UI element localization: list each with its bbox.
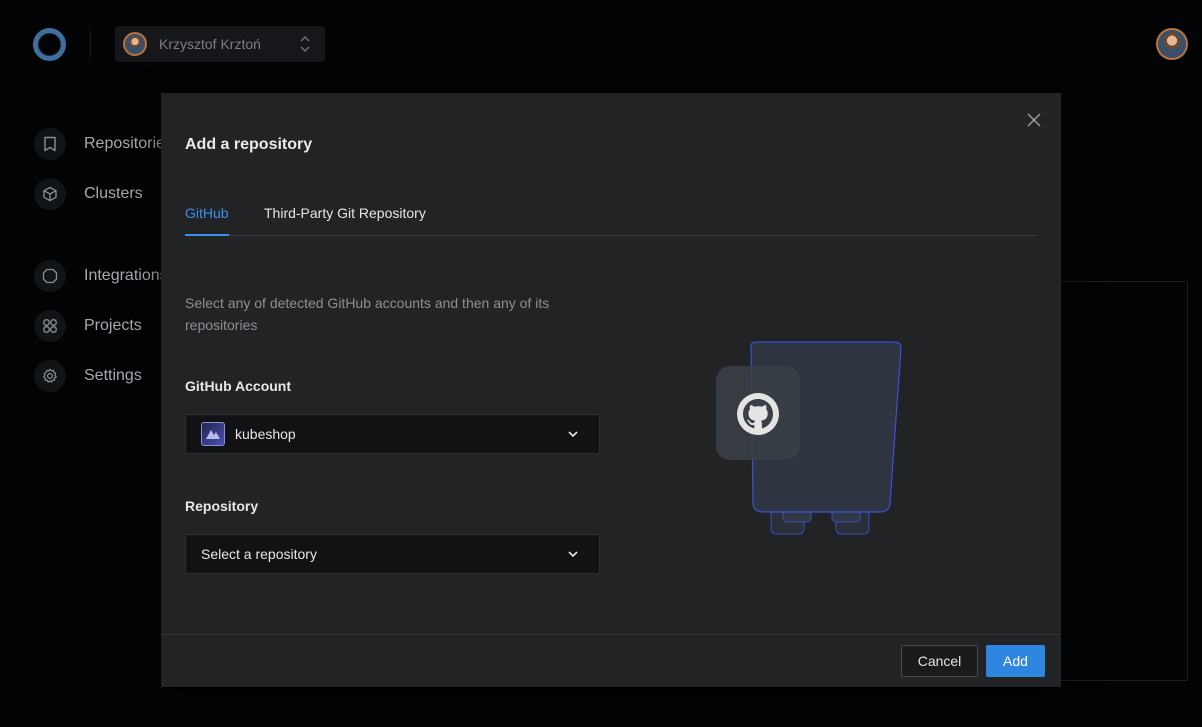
app-logo[interactable] — [33, 28, 66, 61]
sidebar-item-repositories[interactable]: Repositories — [34, 128, 173, 160]
user-avatar — [123, 32, 147, 56]
sidebar-item-label: Integrations — [84, 267, 168, 284]
close-icon[interactable] — [1025, 111, 1043, 129]
repository-placeholder: Select a repository — [201, 546, 317, 562]
account-switcher[interactable]: Krzysztof Krztoń — [115, 26, 325, 62]
tab-third-party-git[interactable]: Third-Party Git Repository — [264, 205, 426, 236]
cube-icon — [34, 178, 66, 210]
account-switcher-name: Krzysztof Krztoń — [159, 36, 261, 52]
github-icon — [737, 393, 779, 435]
tab-bar: GitHub Third-Party Git Repository — [185, 197, 1037, 236]
octagon-icon — [34, 260, 66, 292]
sidebar-item-label: Settings — [84, 367, 142, 384]
github-account-label: GitHub Account — [185, 378, 292, 394]
modal-footer: Cancel Add — [161, 634, 1061, 687]
chevron-up-down-icon — [300, 35, 310, 53]
repository-label: Repository — [185, 498, 259, 514]
tab-github[interactable]: GitHub — [185, 205, 229, 236]
sidebar-item-projects[interactable]: Projects — [34, 310, 142, 342]
add-repository-modal: Add a repository GitHub Third-Party Git … — [161, 93, 1061, 687]
modal-title: Add a repository — [185, 136, 313, 153]
sidebar-item-label: Projects — [84, 317, 142, 334]
repository-select[interactable]: Select a repository — [185, 534, 600, 574]
cancel-button[interactable]: Cancel — [901, 645, 978, 677]
header-divider — [90, 30, 91, 58]
bookmark-icon — [34, 128, 66, 160]
add-button[interactable]: Add — [986, 645, 1045, 677]
sidebar-item-integrations[interactable]: Integrations — [34, 260, 168, 292]
sidebar-item-clusters[interactable]: Clusters — [34, 178, 143, 210]
grid-icon — [34, 310, 66, 342]
chevron-down-icon — [568, 551, 578, 558]
sidebar-item-label: Repositories — [84, 135, 173, 152]
github-account-select[interactable]: kubeshop — [185, 414, 600, 454]
chevron-down-icon — [568, 431, 578, 438]
sidebar-item-label: Clusters — [84, 185, 143, 202]
github-illustration — [716, 341, 902, 535]
org-avatar — [201, 422, 225, 446]
modal-description: Select any of detected GitHub accounts a… — [185, 295, 550, 333]
gear-icon — [34, 360, 66, 392]
github-account-value: kubeshop — [235, 426, 296, 442]
profile-avatar[interactable] — [1156, 28, 1188, 60]
sidebar-item-settings[interactable]: Settings — [34, 360, 142, 392]
